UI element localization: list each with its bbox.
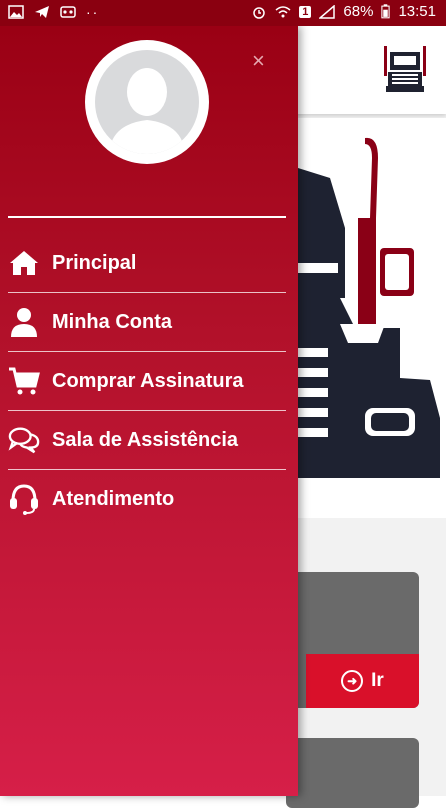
menu-item-label: Minha Conta bbox=[52, 310, 172, 333]
menu-item-sala-de-assistencia[interactable]: Sala de Assistência bbox=[8, 411, 286, 470]
telegram-icon bbox=[35, 6, 49, 18]
arrow-right-circle-icon: ➜ bbox=[341, 670, 364, 692]
voicemail-icon bbox=[60, 6, 76, 18]
navigation-drawer: × Principal Minha Conta Comprar Assinatu… bbox=[0, 26, 298, 796]
truck-logo[interactable] bbox=[378, 44, 432, 96]
wifi-icon bbox=[275, 5, 291, 17]
clock: 13:51 bbox=[398, 3, 436, 20]
drawer-menu: Principal Minha Conta Comprar Assinatura… bbox=[8, 234, 286, 528]
signal-icon bbox=[319, 4, 336, 19]
headset-icon bbox=[8, 483, 40, 515]
menu-item-label: Sala de Assistência bbox=[52, 428, 239, 451]
go-button[interactable]: ➜ Ir bbox=[306, 654, 419, 708]
avatar[interactable] bbox=[85, 40, 209, 164]
home-icon bbox=[8, 247, 40, 279]
menu-item-label: Comprar Assinatura bbox=[52, 369, 244, 392]
go-button-label: Ir bbox=[371, 670, 384, 691]
alarm-icon bbox=[253, 6, 266, 19]
chat-icon bbox=[8, 424, 40, 456]
more-dots-icon: ·· bbox=[86, 4, 100, 20]
menu-item-minha-conta[interactable]: Minha Conta bbox=[8, 293, 286, 352]
notification-badge: 1 bbox=[299, 5, 312, 18]
user-icon bbox=[8, 306, 40, 338]
battery-icon bbox=[381, 4, 391, 19]
menu-item-principal[interactable]: Principal bbox=[8, 234, 286, 293]
user-silhouette-icon bbox=[109, 68, 185, 154]
status-bar: ·· 1 68% 13:51 bbox=[0, 0, 446, 26]
cart-icon bbox=[8, 365, 40, 397]
divider bbox=[8, 216, 286, 218]
content-card[interactable]: ➜ Ir bbox=[286, 572, 419, 708]
content-card[interactable] bbox=[286, 738, 419, 808]
menu-item-label: Atendimento bbox=[52, 487, 175, 510]
menu-item-atendimento[interactable]: Atendimento bbox=[8, 470, 286, 528]
battery-percent: 68% bbox=[343, 3, 374, 20]
image-icon bbox=[8, 5, 24, 19]
close-button[interactable]: × bbox=[252, 50, 265, 72]
menu-item-comprar-assinatura[interactable]: Comprar Assinatura bbox=[8, 352, 286, 411]
menu-item-label: Principal bbox=[52, 251, 137, 274]
